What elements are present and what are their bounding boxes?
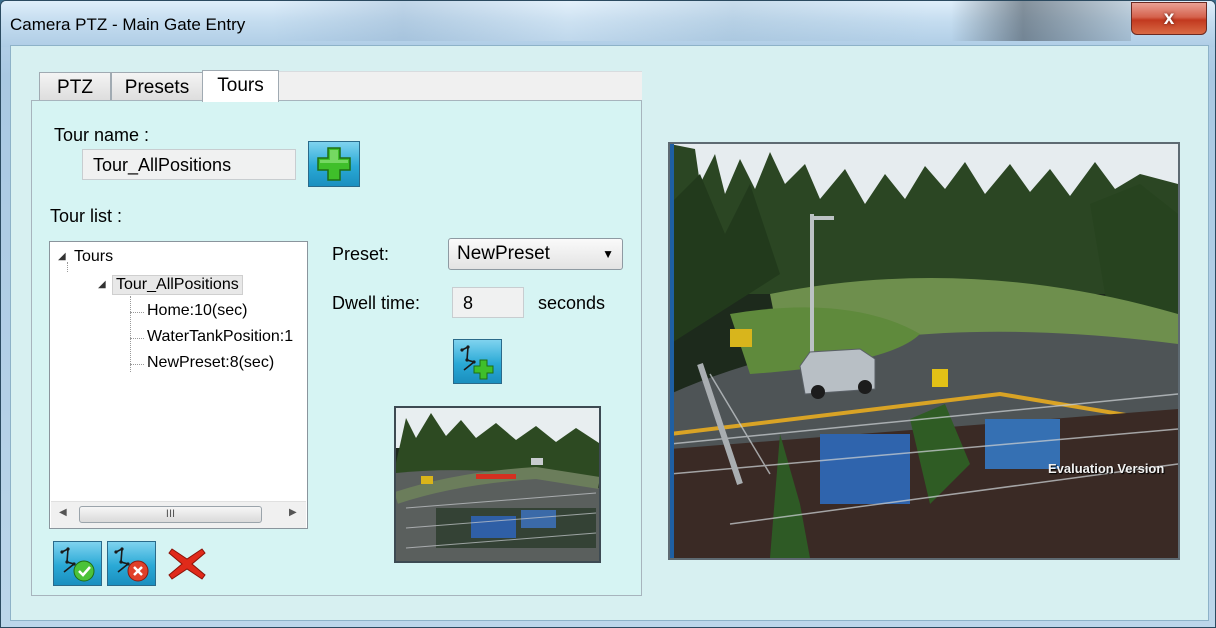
tree-root-tours[interactable]: Tours <box>74 248 113 266</box>
plus-icon <box>317 147 351 181</box>
tour-add-icon <box>460 345 494 380</box>
dwell-unit-label: seconds <box>538 293 606 313</box>
tree-step[interactable]: NewPreset:8(sec) <box>147 354 274 372</box>
tour-remove-icon <box>114 547 149 582</box>
tree-step[interactable]: Home:10(sec) <box>147 302 247 320</box>
add-tour-step-button[interactable] <box>453 339 502 384</box>
titlebar-background-blur <box>271 1 931 41</box>
tour-tree[interactable]: ◢ Tours ◢ Tour_AllPositions Home:10(sec)… <box>49 241 308 529</box>
tree-connector <box>130 312 144 313</box>
title-bar[interactable]: Camera PTZ - Main Gate Entry x <box>1 1 1215 47</box>
live-video-view[interactable]: Evaluation Version <box>668 142 1180 560</box>
tour-apply-icon <box>60 547 95 582</box>
tour-name-label: Tour name : <box>54 125 150 145</box>
preset-dropdown[interactable]: NewPreset ▼ <box>448 238 623 270</box>
camera-scene <box>670 144 1178 558</box>
close-button[interactable]: x <box>1131 2 1207 35</box>
scroll-left-icon[interactable]: ◀ <box>59 507 67 518</box>
scroll-right-icon[interactable]: ▶ <box>289 507 297 518</box>
preset-selected-value: NewPreset <box>457 243 550 264</box>
add-tour-button[interactable] <box>308 141 360 187</box>
dwell-time-input[interactable]: 8 <box>452 287 524 318</box>
tab-tours[interactable]: Tours <box>202 70 279 102</box>
window-title: Camera PTZ - Main Gate Entry <box>10 15 246 34</box>
scrollbar-thumb[interactable]: III <box>79 506 262 523</box>
tree-connector <box>130 364 144 365</box>
remove-tour-button[interactable] <box>107 541 156 586</box>
tree-horizontal-scrollbar[interactable]: ◀ III ▶ <box>51 501 306 528</box>
tour-name-input[interactable]: Tour_AllPositions <box>82 149 296 180</box>
tree-connector <box>130 338 144 339</box>
apply-tour-button[interactable] <box>53 541 102 586</box>
ptz-window: Camera PTZ - Main Gate Entry x PTZ Prese… <box>0 0 1216 628</box>
tab-strip <box>279 71 642 102</box>
scrollbar-grip: III <box>165 508 176 520</box>
delete-tour-button[interactable] <box>163 541 211 586</box>
tree-step[interactable]: WaterTankPosition:1 <box>147 328 293 346</box>
tab-ptz[interactable]: PTZ <box>39 72 111 102</box>
chevron-down-icon: ▼ <box>602 247 614 261</box>
tour-list-label: Tour list : <box>50 206 123 226</box>
expand-arrow-icon[interactable]: ◢ <box>58 251 66 262</box>
preset-preview-thumbnail <box>394 406 601 563</box>
delete-x-icon <box>168 548 206 580</box>
tree-connector <box>67 262 68 272</box>
tab-ptz-label: PTZ <box>57 77 93 98</box>
titlebar-background-blur-dark <box>951 1 1131 41</box>
tab-tours-label: Tours <box>217 75 264 96</box>
dwell-time-value: 8 <box>463 293 474 313</box>
tour-name-value: Tour_AllPositions <box>93 155 232 175</box>
close-icon: x <box>1163 8 1175 29</box>
tab-presets-label: Presets <box>124 77 190 98</box>
expand-arrow-icon[interactable]: ◢ <box>98 279 106 290</box>
camera-scene-thumbnail <box>396 408 599 561</box>
evaluation-watermark: Evaluation Version <box>1048 461 1165 476</box>
tree-item-tour[interactable]: Tour_AllPositions <box>112 275 243 295</box>
dwell-time-label: Dwell time: <box>332 293 421 313</box>
preset-label: Preset: <box>332 244 390 264</box>
tab-presets[interactable]: Presets <box>111 72 203 102</box>
tree-connector <box>130 296 131 372</box>
